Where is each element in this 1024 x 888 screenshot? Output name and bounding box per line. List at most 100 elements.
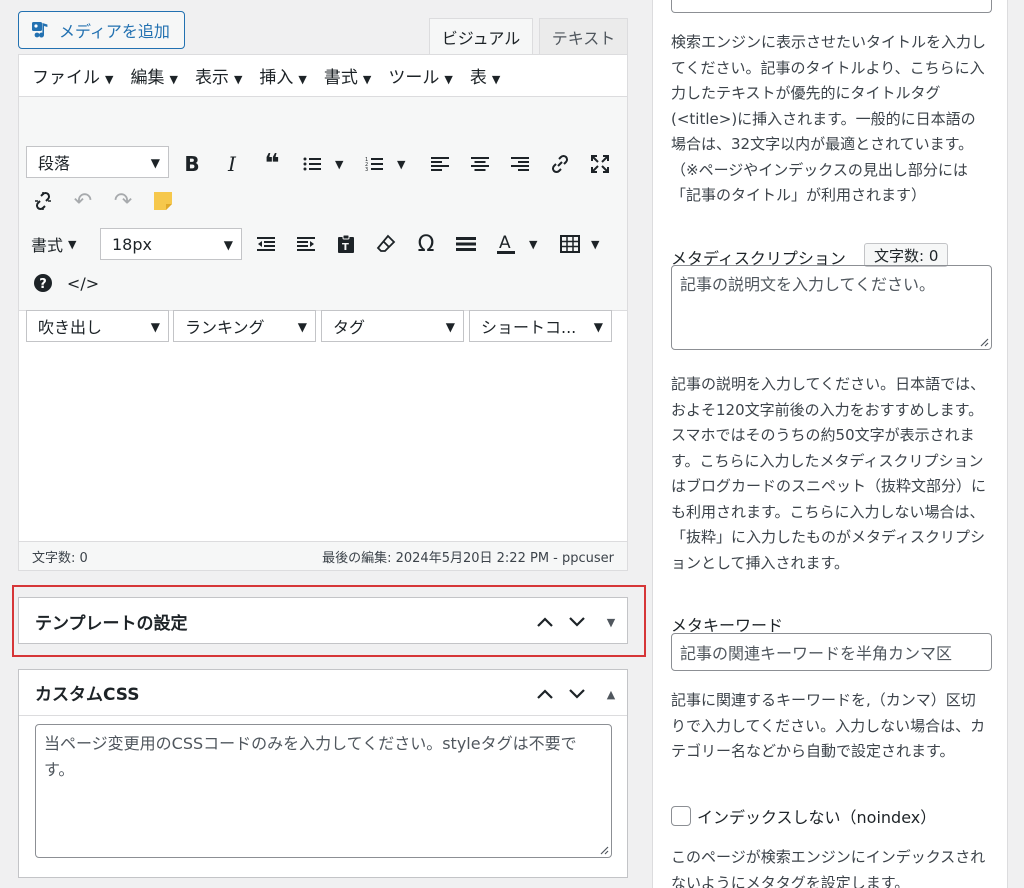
tag-select[interactable]: タグ ▼ [321, 310, 464, 342]
add-media-button[interactable]: メディアを追加 [18, 11, 185, 49]
clear-formatting-icon[interactable] [372, 230, 400, 258]
last-edited: 最後の編集: 2024年5月20日 2:22 PM - ppcuser [322, 550, 614, 566]
balloon-select-value: 吹き出し [38, 318, 103, 337]
caret-down-icon: ▼ [233, 73, 243, 86]
menu-label: ツール [388, 68, 440, 88]
font-size-select[interactable]: 18px ▼ [100, 228, 242, 260]
svg-text:3: 3 [365, 167, 368, 172]
paragraph-select[interactable]: 段落 ▼ [26, 146, 169, 178]
align-left-icon[interactable] [426, 150, 454, 178]
menu-label: 編集 [130, 68, 165, 88]
noindex-label: インデックスしない（noindex） [697, 808, 937, 827]
noindex-checkbox[interactable] [671, 806, 691, 826]
media-icon [31, 20, 51, 40]
noindex-row[interactable]: インデックスしない（noindex） [671, 804, 936, 828]
tab-visual[interactable]: ビジュアル [429, 18, 533, 55]
caret-down-icon: ▼ [444, 73, 453, 86]
caret-down-icon: ▼ [150, 320, 160, 334]
ranking-select[interactable]: ランキング ▼ [173, 310, 316, 342]
help-icon[interactable]: ? [29, 269, 57, 297]
editor-menubar: ファイル ▼ 編集 ▼ 表示 ▼ 挿入 ▼ 書式 ▼ ツール ▼ 表 ▼ [19, 55, 627, 97]
meta-keywords-input[interactable]: 記事の関連キーワードを半角カンマ区 [671, 633, 992, 671]
caret-down-icon: ▼ [105, 73, 114, 86]
caret-down-icon: ▼ [68, 237, 77, 251]
move-up-icon[interactable] [533, 610, 557, 634]
link-icon[interactable] [546, 150, 574, 178]
fullscreen-icon[interactable] [586, 150, 614, 178]
menu-label: 表 [469, 68, 487, 88]
blockquote-icon[interactable]: ❝ [258, 149, 286, 179]
menu-insert[interactable]: 挿入 ▼ [259, 63, 306, 88]
move-down-icon[interactable] [565, 610, 589, 634]
text-color-icon[interactable]: A [492, 230, 520, 258]
menu-tools[interactable]: ツール ▼ [388, 63, 452, 88]
redo-icon[interactable]: ↷ [109, 187, 137, 215]
custom-css-placeholder: 当ページ変更用のCSSコードのみを入力してください。styleタグは不要です。 [44, 734, 577, 779]
editor-content-area[interactable] [19, 311, 627, 543]
custom-css-box: カスタムCSS ▲ 当ページ変更用のCSSコードのみを入力してください。styl… [18, 669, 628, 878]
caret-down-icon[interactable]: ▼ [397, 158, 405, 171]
resize-grip-icon[interactable] [979, 337, 989, 347]
shortcode-select[interactable]: ショートコ... ▼ [469, 310, 612, 342]
caret-down-icon[interactable]: ▼ [591, 238, 599, 251]
horizontal-line-icon[interactable] [452, 230, 480, 258]
italic-icon[interactable]: I [218, 150, 246, 178]
ranking-select-value: ランキング [185, 318, 265, 337]
format-dropdown[interactable]: 書式 ▼ [31, 230, 76, 258]
numbered-list-icon[interactable]: 123 [360, 150, 388, 178]
move-up-icon[interactable] [533, 682, 557, 706]
menu-label: ファイル [32, 68, 100, 88]
menu-format[interactable]: 書式 ▼ [324, 63, 371, 88]
bullet-list-icon[interactable] [298, 150, 326, 178]
caret-down-icon: ▼ [362, 73, 372, 86]
caret-down-icon: ▼ [593, 320, 603, 334]
outdent-icon[interactable] [252, 230, 280, 258]
tab-text[interactable]: テキスト [539, 18, 628, 55]
menu-file[interactable]: ファイル ▼ [32, 63, 113, 88]
align-center-icon[interactable] [466, 150, 494, 178]
custom-css-textarea[interactable]: 当ページ変更用のCSSコードのみを入力してください。styleタグは不要です。 [35, 724, 612, 858]
menu-edit[interactable]: 編集 ▼ [130, 63, 177, 88]
custom-css-header[interactable]: カスタムCSS ▲ [19, 670, 627, 716]
editor-statusbar: 文字数: 0 最後の編集: 2024年5月20日 2:22 PM - ppcus… [19, 541, 627, 570]
noindex-help: このページが検索エンジンにインデックスされないようにメタタグを設定します。 [671, 848, 986, 888]
toggle-panel-icon[interactable]: ▲ [599, 682, 623, 706]
meta-description-textarea[interactable]: 記事の説明文を入力してください。 [671, 265, 992, 350]
paragraph-select-value: 段落 [38, 154, 71, 173]
caret-down-icon: ▼ [223, 238, 233, 252]
editor-toolbar: 段落 ▼ B I ❝ ▼ 123 ▼ ↶ ↷ 書式 ▼ 18px ▼ T Ω A… [19, 97, 627, 342]
indent-icon[interactable] [292, 230, 320, 258]
align-right-icon[interactable] [506, 150, 534, 178]
move-down-icon[interactable] [565, 682, 589, 706]
editor: ファイル ▼ 編集 ▼ 表示 ▼ 挿入 ▼ 書式 ▼ ツール ▼ 表 ▼ 段落 ▼ B I ❝… [18, 54, 628, 571]
resize-grip-icon[interactable] [599, 845, 609, 855]
undo-icon[interactable]: ↶ [69, 187, 97, 215]
seo-settings-panel: 検索エンジンに表示させたいタイトルを入力してください。記事のタイトルより、こちら… [652, 0, 1008, 888]
meta-description-count: 文字数: 0 [864, 243, 949, 267]
unlink-icon[interactable] [29, 187, 57, 215]
toggle-panel-icon[interactable]: ▼ [599, 610, 623, 634]
caret-down-icon[interactable]: ▼ [335, 158, 343, 171]
caret-down-icon[interactable]: ▼ [529, 238, 537, 251]
template-settings-box: テンプレートの設定 ▼ [18, 597, 628, 644]
caret-down-icon: ▼ [150, 156, 160, 170]
menu-view[interactable]: 表示 ▼ [195, 63, 242, 88]
special-character-icon[interactable]: Ω [412, 230, 440, 258]
svg-text:T: T [342, 242, 349, 253]
font-size-value: 18px [112, 234, 152, 254]
menu-table[interactable]: 表 ▼ [470, 63, 500, 88]
tag-select-value: タグ [333, 318, 366, 337]
add-media-label: メディアを追加 [59, 22, 170, 41]
balloon-select[interactable]: 吹き出し ▼ [26, 310, 169, 342]
paste-text-icon[interactable]: T [332, 230, 360, 258]
custom-css-title: カスタムCSS [35, 685, 140, 705]
meta-keywords-help: 記事に関連するキーワードを,（カンマ）区切りで入力してください。入力しない場合は… [671, 691, 986, 760]
word-count: 文字数: 0 [32, 550, 88, 566]
sticky-note-icon[interactable] [149, 187, 177, 215]
template-settings-header[interactable]: テンプレートの設定 ▼ [19, 598, 627, 644]
bold-icon[interactable]: B [178, 150, 206, 178]
code-icon[interactable]: </> [67, 269, 99, 297]
seo-title-input[interactable] [671, 0, 992, 13]
table-icon[interactable] [556, 230, 584, 258]
meta-description-placeholder: 記事の説明文を入力してください。 [680, 275, 936, 294]
